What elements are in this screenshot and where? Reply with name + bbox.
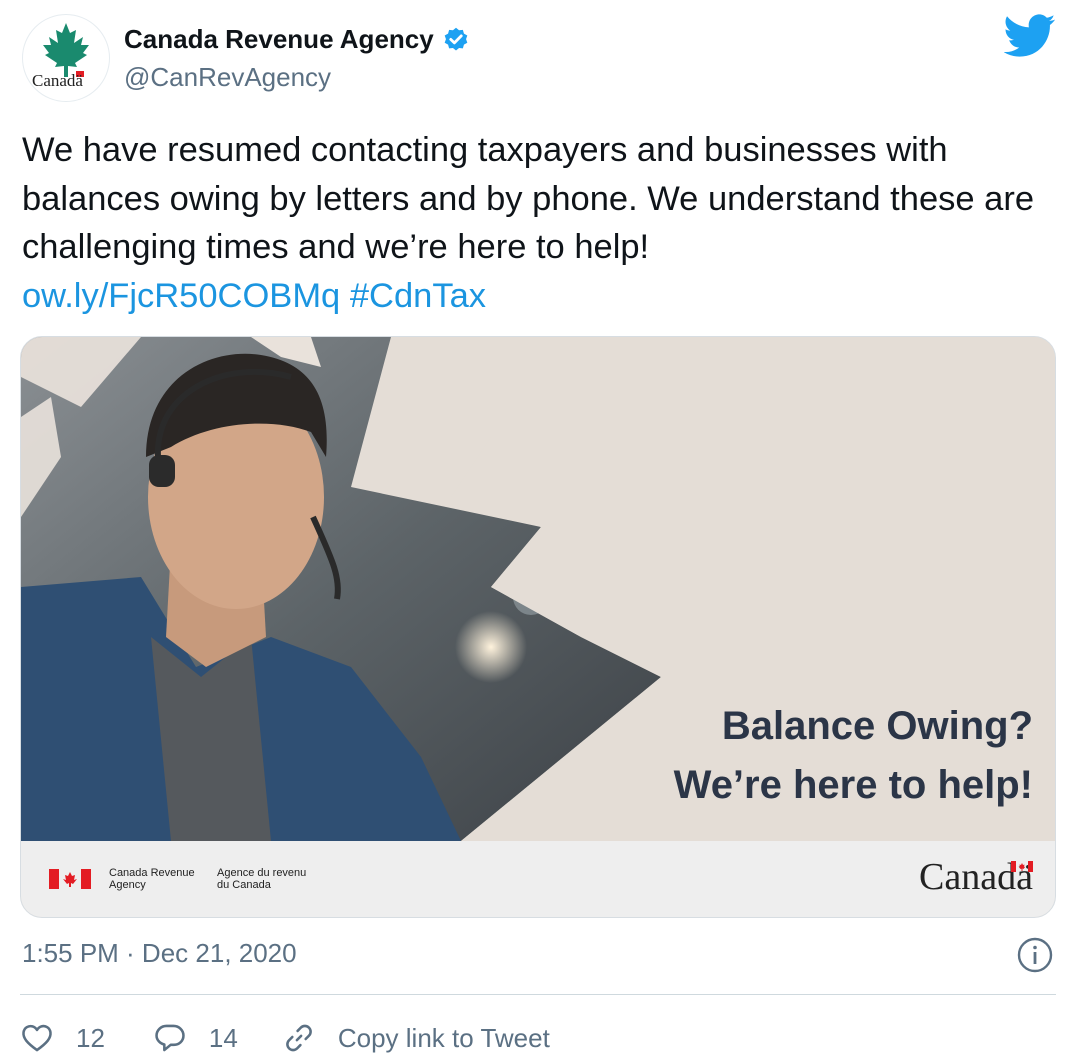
heart-icon	[22, 1024, 52, 1052]
reply-button[interactable]: 14	[153, 1021, 238, 1055]
tweet-text: We have resumed contacting taxpayers and…	[22, 126, 1052, 320]
info-icon[interactable]	[1016, 936, 1054, 974]
card-headline-line1: Balance Owing?	[721, 704, 1033, 748]
agency-fr-line1: Agence du revenu	[217, 867, 307, 879]
tweet-link[interactable]: ow.ly/FjcR50COBMq	[22, 277, 340, 315]
canada-wordmark: Canadä	[919, 855, 1033, 899]
canada-flag-icon	[1011, 861, 1033, 872]
twitter-bird-icon[interactable]	[1004, 14, 1056, 58]
agency-en-line1: Canada Revenue	[109, 867, 195, 879]
agency-name-en: Canada Revenue Agency	[109, 867, 209, 891]
reply-bubble-icon	[155, 1024, 185, 1052]
reply-count: 14	[208, 1022, 238, 1053]
like-button[interactable]: 12	[20, 1021, 105, 1055]
tweet-timestamp[interactable]: 1:55 PM · Dec 21, 2020	[22, 938, 297, 969]
agency-en-line2: Agency	[109, 879, 146, 891]
link-icon	[285, 1024, 312, 1052]
verified-badge-icon	[444, 27, 468, 50]
like-count: 12	[76, 1022, 105, 1053]
avatar[interactable]: Canadä	[22, 14, 110, 102]
agency-name-fr: Agence du revenu du Canada	[217, 867, 327, 891]
canada-flag-icon	[49, 869, 91, 889]
media-card[interactable]: Balance Owing? We’re here to help! Canad…	[20, 336, 1056, 918]
copy-link-button[interactable]: Copy link to Tweet	[282, 1021, 550, 1055]
divider	[20, 994, 1056, 995]
tweet-body: We have resumed contacting taxpayers and…	[22, 131, 1035, 266]
tweet-hashtag[interactable]: #CdnTax	[350, 277, 486, 315]
copy-link-label: Copy link to Tweet	[337, 1022, 550, 1053]
display-name-text: Canada Revenue Agency	[124, 24, 434, 54]
author-display-name[interactable]: Canada Revenue Agency	[124, 24, 470, 55]
agency-fr-line2: du Canada	[217, 879, 271, 891]
author-handle[interactable]: @CanRevAgency	[124, 62, 331, 93]
action-bar: 12 14 Copy link to Tweet	[20, 1016, 550, 1060]
card-headline: Balance Owing? We’re here to help!	[674, 697, 1033, 815]
card-headline-line2: We’re here to help!	[673, 763, 1033, 807]
avatar-wordmark: Canadä	[32, 71, 83, 90]
